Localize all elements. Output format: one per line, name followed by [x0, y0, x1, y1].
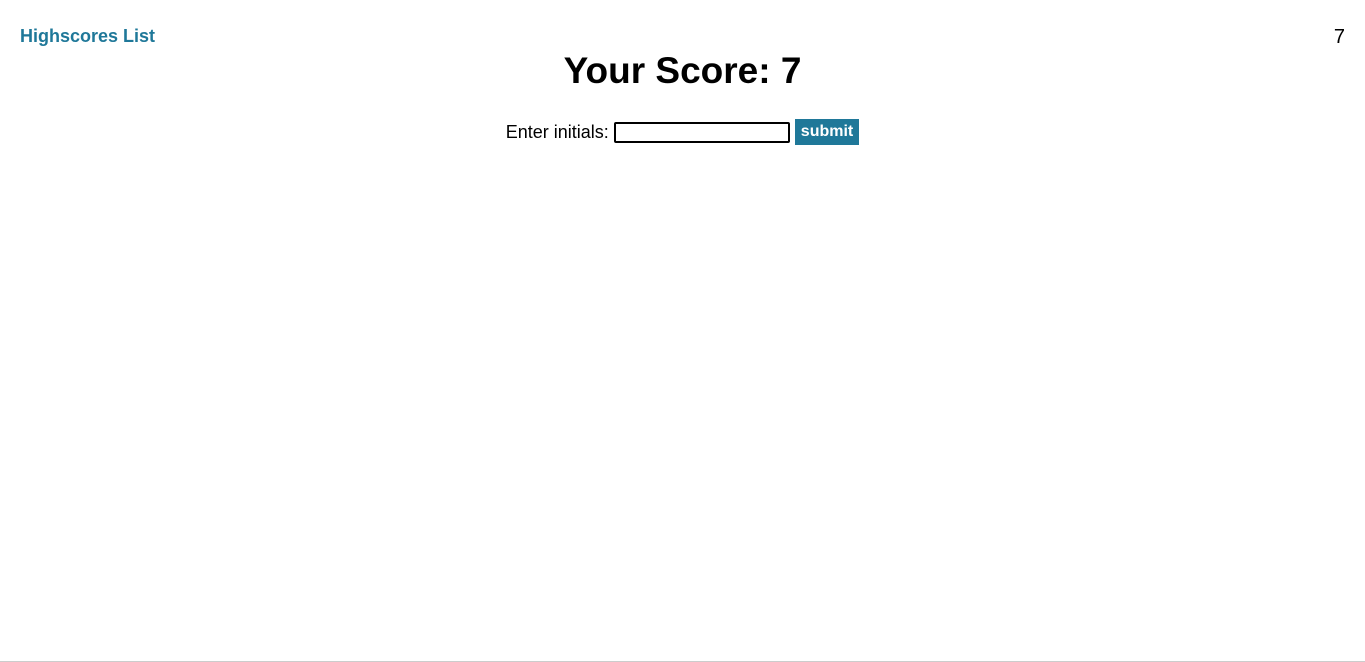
- page: Highscores List 7 Your Score: 7 Enter in…: [0, 0, 1365, 662]
- timer-value: 7: [1333, 26, 1345, 48]
- highscores-list-link[interactable]: Highscores List: [20, 26, 155, 46]
- score-heading: Your Score: 7: [563, 50, 802, 91]
- initials-form: Enter initials: submit: [0, 119, 1365, 145]
- initials-input[interactable]: [613, 121, 790, 143]
- initials-label: Enter initials:: [505, 122, 609, 142]
- submit-button[interactable]: submit: [794, 119, 860, 145]
